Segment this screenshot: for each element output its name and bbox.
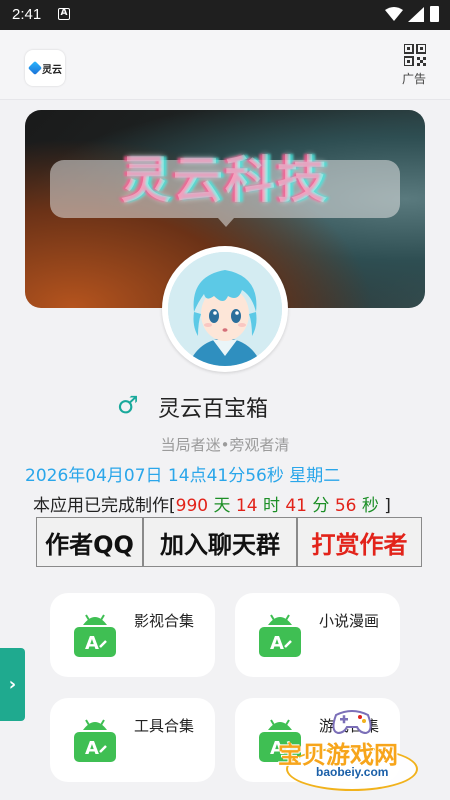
svg-text:A: A xyxy=(85,633,99,654)
uptime-days: 990 xyxy=(175,496,209,516)
uptime-days-unit: 天 xyxy=(208,496,236,516)
uptime-seconds: 56 xyxy=(334,496,357,516)
banner-bubble-pointer xyxy=(218,218,234,227)
anime-boy-avatar-icon xyxy=(168,252,282,366)
avatar[interactable] xyxy=(162,246,288,372)
card-label: 小说漫画 xyxy=(319,612,380,630)
status-time: 2:41 xyxy=(12,6,42,23)
join-chat-group-button[interactable]: 加入聊天群 xyxy=(143,517,297,567)
gamepad-icon xyxy=(332,710,372,735)
side-drawer-tab[interactable]: › xyxy=(0,648,25,721)
action-button-row: 作者QQ 加入聊天群 打赏作者 xyxy=(36,517,422,567)
app-header: 灵云 广告 xyxy=(0,30,450,100)
card-novels-comics[interactable]: A 小说漫画 xyxy=(235,593,400,677)
watermark: 宝贝游戏网 baobeiy.com xyxy=(268,705,438,795)
uptime-hours: 14 xyxy=(235,496,258,516)
status-bar: 2:41 A xyxy=(0,0,450,30)
uptime-suffix: ] xyxy=(384,496,391,516)
cube-icon xyxy=(27,60,43,76)
android-app-icon: A xyxy=(74,719,116,762)
notification-icon: A xyxy=(58,8,70,20)
card-label: 工具合集 xyxy=(134,717,195,735)
tip-author-button[interactable]: 打赏作者 xyxy=(297,517,422,567)
app-logo: 灵云 xyxy=(25,50,65,86)
watermark-url: baobeiy.com xyxy=(316,765,389,779)
author-qq-button[interactable]: 作者QQ xyxy=(36,517,143,567)
card-label: 影视合集 xyxy=(134,612,195,630)
battery-icon xyxy=(430,6,439,22)
android-app-icon: A xyxy=(74,614,116,657)
uptime-hours-unit: 时 xyxy=(257,496,286,516)
uptime-minutes: 41 xyxy=(285,496,307,516)
wifi-icon xyxy=(385,7,403,21)
qr-ad-label[interactable]: 广告 xyxy=(402,70,426,87)
motto: 当局者迷•旁观者清 xyxy=(160,436,290,454)
card-tools[interactable]: A 工具合集 xyxy=(50,698,215,782)
svg-text:A: A xyxy=(270,633,284,654)
user-name: 灵云百宝箱 xyxy=(158,397,269,422)
signal-icon xyxy=(408,7,424,22)
logo-text: 灵云 xyxy=(42,65,62,76)
uptime-prefix: 本应用已完成制作[ xyxy=(33,496,176,516)
qr-code-icon[interactable] xyxy=(404,44,426,66)
uptime-minutes-unit: 分 xyxy=(307,496,335,516)
avatar-image xyxy=(168,252,282,366)
banner-title: 灵云科技 xyxy=(121,151,329,209)
android-app-icon: A xyxy=(259,614,301,657)
male-gender-icon: ♂ xyxy=(117,391,139,419)
app-uptime: 本应用已完成制作[990 天 14 时 41 分 56 秒 ] xyxy=(33,491,391,516)
current-datetime: 2026年04月07日 14点41分56秒 星期二 xyxy=(25,466,341,486)
card-movies[interactable]: A 影视合集 xyxy=(50,593,215,677)
svg-text:A: A xyxy=(85,738,99,759)
uptime-seconds-unit: 秒 xyxy=(356,496,385,516)
